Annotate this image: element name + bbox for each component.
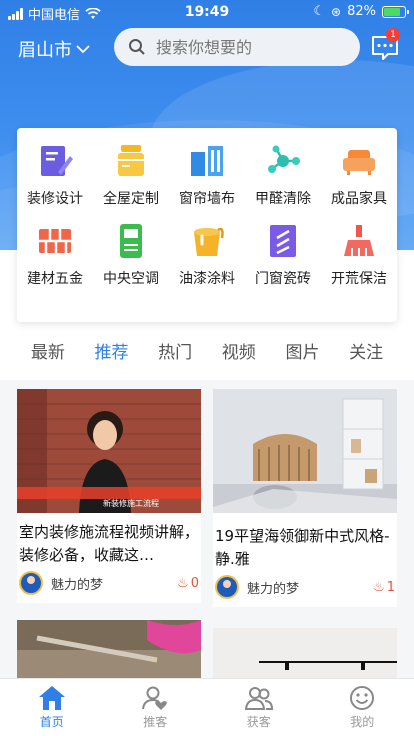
category-custom[interactable]: 全屋定制 — [93, 142, 169, 208]
card-title: 19平望海领御新中式风格-静.雅 — [215, 527, 390, 568]
nursery-room-image — [213, 389, 397, 513]
city-selector[interactable]: 眉山市 — [18, 36, 90, 62]
curtain-icon — [191, 146, 223, 176]
user-heart-icon — [142, 686, 168, 710]
category-cleaning[interactable]: 开荒保洁 — [321, 222, 397, 288]
category-furniture[interactable]: 成品家具 — [321, 142, 397, 208]
construction-image — [17, 620, 201, 678]
message-badge: 1 — [386, 28, 400, 42]
thumbnail-caption: 新装修施工流程 — [103, 499, 159, 508]
home-icon — [38, 686, 65, 710]
paint-bucket-icon — [194, 227, 224, 256]
image-thumbnail — [213, 389, 397, 513]
jar-icon — [118, 145, 144, 176]
author-name: 魅力的梦 — [51, 577, 104, 593]
tab-latest[interactable]: 最新 — [31, 336, 65, 374]
nav-customers[interactable]: 获客 — [207, 679, 311, 736]
card-title: 室内装修施流程视频讲解，装修必备，收藏这… — [19, 523, 200, 564]
users-icon — [244, 687, 273, 710]
tab-following[interactable]: 关注 — [349, 336, 383, 374]
feed-list: 新装修施工流程 室内装修施流程视频讲解，装修必备，收藏这… 魅力的梦 ♨ 0 1… — [0, 380, 414, 678]
like-count[interactable]: ♨ 1 — [373, 580, 395, 595]
content-tabs: 最新 推荐 热门 视频 图片 关注 — [0, 336, 414, 384]
feed-card[interactable]: 19平望海领御新中式风格-静.雅 魅力的梦 ♨ 1 — [213, 389, 397, 607]
moon-icon: ☾ — [313, 4, 326, 19]
tab-hot[interactable]: 热门 — [158, 336, 192, 374]
avatar — [215, 575, 239, 599]
category-curtain[interactable]: 窗帘墙布 — [169, 142, 245, 208]
nav-mine[interactable]: 我的 — [311, 679, 414, 736]
category-door-tile[interactable]: 门窗瓷砖 — [245, 222, 321, 288]
category-design[interactable]: 装修设计 — [17, 142, 93, 208]
air-conditioner-icon — [120, 224, 142, 258]
feed-card-partial[interactable] — [213, 628, 397, 678]
city-name: 眉山市 — [18, 40, 72, 61]
design-pen-icon — [41, 146, 73, 176]
molecule-icon — [268, 145, 300, 173]
tab-video[interactable]: 视频 — [222, 336, 256, 374]
nav-promoter[interactable]: 推客 — [104, 679, 208, 736]
search-input[interactable] — [156, 37, 336, 57]
door-icon — [270, 225, 296, 257]
category-formaldehyde[interactable]: 甲醛清除 — [245, 142, 321, 208]
category-aircon[interactable]: 中央空调 — [93, 222, 169, 288]
category-materials[interactable]: 建材五金 — [17, 222, 93, 288]
status-bar: 中国电信 19:49 ☾ ⊛ 82% — [0, 0, 414, 24]
category-paint[interactable]: 油漆涂料 — [169, 222, 245, 288]
search-bar[interactable] — [114, 28, 360, 66]
author-name: 魅力的梦 — [247, 581, 300, 597]
broom-icon — [344, 225, 374, 256]
battery-icon — [382, 5, 409, 18]
nav-home[interactable]: 首页 — [0, 679, 104, 736]
author-info[interactable]: 魅力的梦 — [19, 571, 103, 595]
bottom-nav: 首页 推客 获客 我的 — [0, 678, 414, 736]
video-thumbnail-image — [17, 389, 201, 513]
search-icon — [129, 39, 145, 55]
video-thumbnail: 新装修施工流程 — [17, 389, 201, 513]
interior-image — [213, 628, 397, 678]
tab-recommended[interactable]: 推荐 — [86, 336, 137, 384]
smiley-icon — [350, 686, 375, 710]
battery-percent: 82% — [347, 4, 376, 19]
sofa-icon — [343, 150, 375, 175]
like-count[interactable]: ♨ 0 — [177, 576, 199, 591]
orientation-lock-icon: ⊛ — [331, 4, 342, 19]
category-card: 装修设计 全屋定制 窗帘墙布 甲醛清除 成品家具 建材五金 中央空调 油漆涂料 … — [17, 128, 397, 322]
feed-card-partial[interactable] — [17, 620, 201, 678]
author-info[interactable]: 魅力的梦 — [215, 575, 299, 599]
flame-icon: ♨ — [373, 579, 385, 595]
flame-icon: ♨ — [177, 575, 189, 591]
avatar — [19, 571, 43, 595]
feed-card[interactable]: 新装修施工流程 室内装修施流程视频讲解，装修必备，收藏这… 魅力的梦 ♨ 0 — [17, 389, 201, 603]
tab-pictures[interactable]: 图片 — [285, 336, 319, 374]
bricks-icon — [39, 229, 71, 253]
chevron-down-icon — [76, 45, 90, 54]
